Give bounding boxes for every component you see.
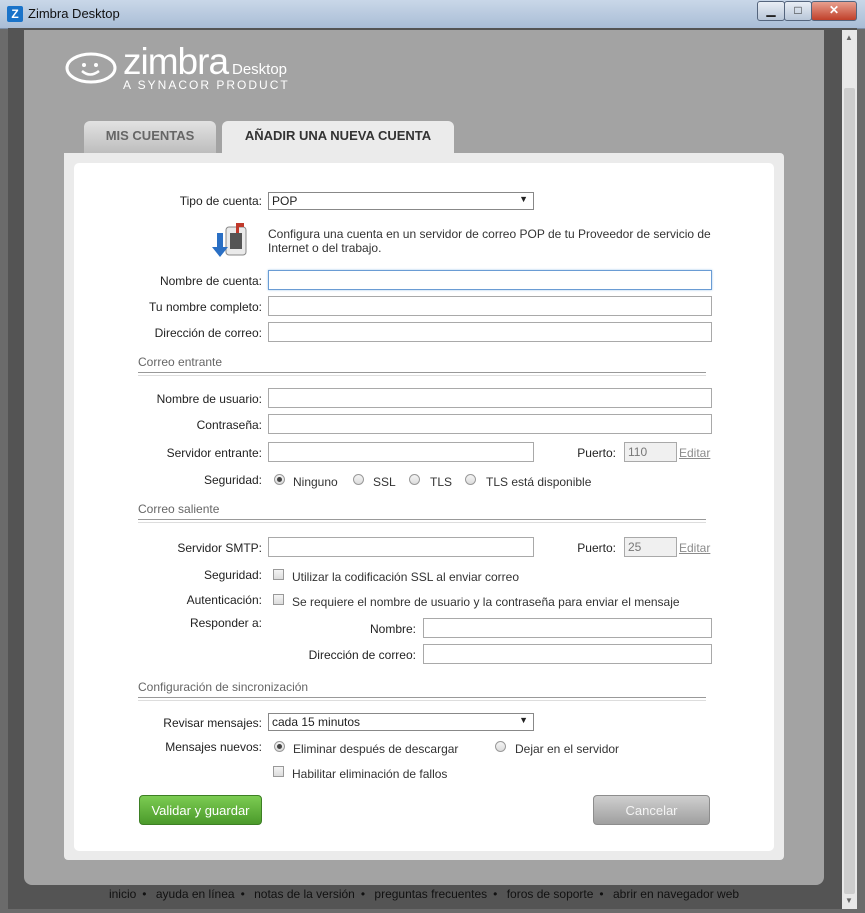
reply-to-label: Responder a: — [189, 616, 262, 630]
sync-section-divider — [138, 697, 706, 701]
security-none-radio[interactable] — [274, 474, 285, 485]
leave-on-server-label: Dejar en el servidor — [515, 742, 620, 756]
brand-tagline: A SYNACOR PRODUCT — [123, 78, 290, 92]
footer-separator: • — [142, 887, 147, 901]
account-name-input[interactable] — [268, 270, 712, 290]
footer-link-notas[interactable]: notas de la versión — [254, 887, 355, 901]
tab-mis-cuentas[interactable]: MIS CUENTAS — [84, 121, 216, 153]
auth-required-checkbox[interactable] — [273, 594, 284, 605]
footer-link-navegador[interactable]: abrir en navegador web — [613, 887, 739, 901]
footer-link-preguntas[interactable]: preguntas frecuentes — [374, 887, 487, 901]
footer-separator: • — [599, 887, 604, 901]
account-type-label: Tipo de cuenta: — [179, 194, 262, 208]
vertical-scrollbar[interactable]: ▲ ▼ — [842, 30, 857, 909]
security-tls-available-radio[interactable] — [465, 474, 476, 485]
incoming-security-label: Seguridad: — [203, 473, 262, 487]
incoming-port-input[interactable] — [624, 442, 677, 462]
incoming-server-input[interactable] — [268, 442, 534, 462]
smtp-server-label: Servidor SMTP: — [177, 541, 262, 555]
email-input[interactable] — [268, 322, 712, 342]
close-button[interactable]: ✕ — [811, 1, 857, 21]
account-name-label: Nombre de cuenta: — [159, 274, 262, 288]
mailbox-download-icon — [212, 223, 247, 257]
sync-section-title: Configuración de sincronización — [138, 680, 309, 694]
delete-after-download-radio[interactable] — [274, 741, 285, 752]
delete-after-download-label: Eliminar después de descargar — [293, 742, 459, 756]
maximize-button[interactable]: □ — [784, 1, 812, 21]
ssl-outgoing-label: Utilizar la codificación SSL al enviar c… — [292, 570, 519, 584]
footer-separator: • — [240, 887, 245, 901]
zimbra-app-icon: Z — [7, 6, 23, 22]
security-none-label: Ninguno — [293, 475, 338, 489]
smtp-port-edit-link[interactable]: Editar — [679, 541, 710, 555]
footer-separator: • — [493, 887, 498, 901]
full-name-label: Tu nombre completo: — [149, 300, 262, 314]
save-button[interactable]: Validar y guardar — [139, 795, 262, 825]
smiley-cloud-icon — [65, 52, 117, 84]
reply-email-label: Dirección de correo: — [308, 648, 416, 662]
cancel-button[interactable]: Cancelar — [593, 795, 710, 825]
reply-name-label: Nombre: — [369, 622, 416, 636]
footer-separator: • — [360, 887, 366, 901]
window-title: Zimbra Desktop — [28, 6, 120, 21]
scroll-down-icon[interactable]: ▼ — [845, 896, 853, 905]
brand-name: zimbra — [123, 41, 229, 82]
tab-anadir-cuenta[interactable]: AÑADIR UNA NUEVA CUENTA — [222, 121, 454, 153]
footer-link-foros[interactable]: foros de soporte — [507, 887, 594, 901]
incoming-section-title: Correo entrante — [138, 355, 223, 369]
check-messages-label: Revisar mensajes: — [163, 716, 262, 730]
account-type-description: Configura una cuenta en un servidor de c… — [268, 227, 711, 255]
auth-label: Autenticación: — [186, 593, 262, 607]
smtp-port-input[interactable] — [624, 537, 677, 557]
security-ssl-radio[interactable] — [353, 474, 364, 485]
outgoing-security-label: Seguridad: — [203, 568, 262, 582]
auth-required-label: Se requiere el nombre de usuario y la co… — [292, 595, 680, 609]
footer-link-inicio[interactable]: inicio — [109, 887, 136, 901]
incoming-port-label: Puerto: — [577, 446, 616, 460]
ssl-outgoing-checkbox[interactable] — [273, 569, 284, 580]
full-name-input[interactable] — [268, 296, 712, 316]
outgoing-section-title: Correo saliente — [138, 502, 220, 516]
check-messages-select[interactable]: cada 15 minutos ▼ — [268, 713, 534, 731]
reply-name-input[interactable] — [423, 618, 712, 638]
scroll-up-icon[interactable]: ▲ — [845, 33, 853, 42]
account-type-select[interactable]: POP ▼ — [268, 192, 534, 210]
email-label: Dirección de correo: — [154, 326, 262, 340]
brand-product: Desktop — [232, 61, 288, 78]
minimize-button[interactable]: ▁ — [757, 1, 785, 21]
title-bar: Z Zimbra Desktop ▁ □ ✕ — [0, 0, 865, 29]
leave-on-server-radio[interactable] — [495, 741, 506, 752]
security-tls-label: TLS — [430, 475, 453, 489]
reply-email-input[interactable] — [423, 644, 712, 664]
check-messages-value: cada 15 minutos — [272, 715, 361, 729]
security-ssl-label: SSL — [373, 475, 396, 489]
scrollbar-thumb[interactable] — [844, 88, 855, 894]
outgoing-section-divider — [138, 519, 706, 523]
chevron-down-icon: ▼ — [519, 194, 528, 204]
chevron-down-icon: ▼ — [519, 715, 528, 725]
footer-link-ayuda[interactable]: ayuda en línea — [156, 887, 235, 901]
security-tls-available-label: TLS está disponible — [486, 475, 592, 489]
account-type-value: POP — [272, 194, 298, 208]
incoming-port-edit-link[interactable]: Editar — [679, 446, 710, 460]
username-input[interactable] — [268, 388, 712, 408]
debug-label: Habilitar eliminación de fallos — [292, 767, 448, 781]
security-tls-radio[interactable] — [409, 474, 420, 485]
username-label: Nombre de usuario: — [156, 392, 262, 406]
new-messages-label: Mensajes nuevos: — [165, 740, 262, 754]
incoming-server-label: Servidor entrante: — [166, 446, 262, 460]
footer-links: inicio • ayuda en línea • notas de la vers… — [24, 887, 824, 901]
incoming-section-divider — [138, 372, 706, 376]
password-input[interactable] — [268, 414, 712, 434]
smtp-port-label: Puerto: — [577, 541, 616, 555]
debug-checkbox[interactable] — [273, 766, 284, 777]
smtp-server-input[interactable] — [268, 537, 534, 557]
password-label: Contraseña: — [196, 418, 262, 432]
